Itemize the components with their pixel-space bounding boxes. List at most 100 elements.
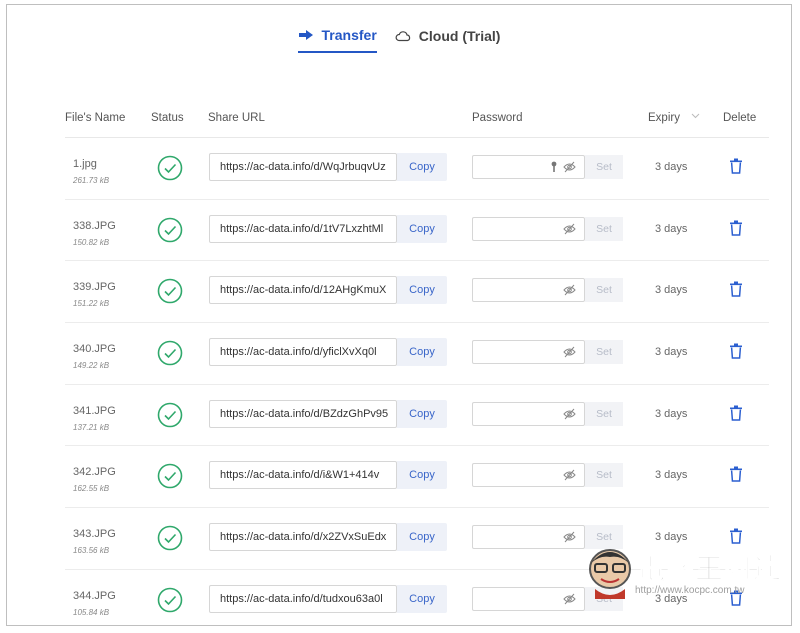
set-password-button[interactable]: Set — [585, 463, 623, 488]
eye-off-icon[interactable] — [563, 284, 576, 296]
file-size: 261.73 kB — [73, 176, 110, 185]
key-icon — [551, 161, 557, 172]
file-size: 137.21 kB — [73, 422, 110, 432]
trash-icon[interactable] — [729, 220, 743, 236]
file-name: 338.JPG — [73, 219, 116, 232]
copy-button[interactable]: Copy — [397, 399, 447, 428]
trash-icon[interactable] — [729, 528, 743, 544]
table-row: 340.JPG 149.22 kB https://ac-data.info/d… — [65, 323, 769, 385]
table-row: 341.JPG 137.21 kB https://ac-data.info/d… — [65, 385, 769, 447]
eye-off-icon[interactable] — [563, 408, 576, 420]
set-password-button[interactable]: Set — [585, 155, 623, 179]
file-name: 343.JPG — [73, 528, 116, 541]
password-input[interactable] — [472, 525, 585, 550]
password-input[interactable] — [472, 278, 585, 303]
check-circle-icon — [157, 587, 183, 613]
header-url: Share URL — [208, 112, 265, 124]
set-password-button[interactable]: Set — [585, 525, 623, 550]
tab-transfer[interactable]: Transfer — [297, 27, 377, 53]
file-name: 341.JPG — [73, 404, 116, 417]
eye-off-icon[interactable] — [563, 346, 576, 358]
table-row: 342.JPG 162.55 kB https://ac-data.info/d… — [65, 446, 769, 509]
password-input[interactable] — [472, 340, 585, 365]
password-input[interactable] — [472, 463, 585, 488]
password-input[interactable] — [472, 401, 585, 426]
expiry-value: 3 days — [655, 531, 688, 544]
set-password-button[interactable]: Set — [585, 586, 623, 611]
file-name: 344.JPG — [73, 589, 116, 602]
app-frame: Transfer Cloud (Trial) File's Name Statu… — [6, 4, 792, 626]
password-input[interactable] — [472, 586, 585, 611]
tab-cloud-label: Cloud (Trial) — [418, 28, 501, 44]
header-expiry[interactable]: Expiry — [648, 112, 680, 124]
table-row: 339.JPG 151.22 kB https://ac-data.info/d… — [65, 261, 769, 324]
chevron-down-icon[interactable] — [691, 111, 700, 122]
table-row: 1.jpg 261.73 kB https://ac-data.info/d/W… — [65, 138, 769, 200]
expiry-value: 3 days — [655, 407, 688, 420]
share-url-field[interactable]: https://ac-data.info/d/yficlXvXq0l — [209, 338, 397, 367]
password-input[interactable] — [472, 216, 585, 241]
set-password-button[interactable]: Set — [585, 278, 623, 303]
trash-icon[interactable] — [729, 343, 743, 359]
copy-button[interactable]: Copy — [397, 153, 447, 181]
share-url-field[interactable]: https://ac-data.info/d/i&W1+414v — [209, 461, 397, 490]
check-circle-icon — [157, 217, 183, 242]
header-status: Status — [151, 112, 184, 124]
trash-icon[interactable] — [729, 281, 743, 298]
trash-icon[interactable] — [729, 466, 743, 483]
check-circle-icon — [157, 155, 183, 181]
file-name: 339.JPG — [73, 281, 116, 294]
expiry-value: 3 days — [655, 346, 688, 359]
eye-off-icon[interactable] — [563, 161, 576, 173]
share-url-field[interactable]: https://ac-data.info/d/tudxou63a0l — [209, 584, 397, 613]
set-password-button[interactable]: Set — [585, 401, 623, 426]
tab-cloud[interactable]: Cloud (Trial) — [395, 27, 501, 53]
copy-button[interactable]: Copy — [397, 338, 447, 367]
header-name: File's Name — [65, 112, 126, 124]
cloud-icon — [395, 31, 410, 42]
set-password-button[interactable]: Set — [585, 216, 623, 241]
tab-transfer-label: Transfer — [321, 27, 377, 43]
file-name: 340.JPG — [73, 343, 116, 356]
share-url-field[interactable]: https://ac-data.info/d/BZdzGhPv95 — [209, 399, 397, 428]
file-name: 1.jpg — [73, 158, 97, 170]
table-row: 338.JPG 150.82 kB https://ac-data.info/d… — [65, 200, 769, 262]
share-url-field[interactable]: https://ac-data.info/d/12AHgKmuX — [209, 276, 397, 305]
trash-icon[interactable] — [729, 158, 743, 174]
arrow-right-icon — [298, 30, 313, 40]
table-row: 343.JPG 163.56 kB https://ac-data.info/d… — [65, 508, 769, 570]
copy-button[interactable]: Copy — [397, 461, 447, 490]
file-name: 342.JPG — [73, 466, 116, 479]
trash-icon[interactable] — [729, 405, 743, 421]
file-size: 105.84 kB — [73, 607, 110, 617]
file-size: 151.22 kB — [73, 299, 110, 309]
copy-button[interactable]: Copy — [397, 214, 447, 243]
share-url-field[interactable]: https://ac-data.info/d/WqJrbuqvUz — [209, 153, 397, 181]
share-url-field[interactable]: https://ac-data.info/d/1tV7LxzhtMl — [209, 214, 397, 243]
trash-icon[interactable] — [729, 590, 743, 606]
share-url-field[interactable]: https://ac-data.info/d/x2ZVxSuEdx — [209, 523, 397, 552]
expiry-value: 3 days — [655, 222, 688, 235]
copy-button[interactable]: Copy — [397, 584, 447, 613]
expiry-value: 3 days — [655, 284, 688, 297]
expiry-value: 3 days — [655, 469, 688, 482]
check-circle-icon — [157, 340, 183, 366]
copy-button[interactable]: Copy — [397, 276, 447, 305]
check-circle-icon — [157, 402, 183, 428]
header-password: Password — [472, 112, 523, 124]
check-circle-icon — [157, 279, 183, 304]
eye-off-icon[interactable] — [563, 223, 576, 235]
table-row: 344.JPG 105.84 kB https://ac-data.info/d… — [65, 570, 769, 625]
eye-off-icon[interactable] — [563, 469, 576, 481]
file-size: 162.55 kB — [73, 484, 110, 494]
expiry-value: 3 days — [655, 161, 688, 173]
file-size: 163.56 kB — [73, 546, 110, 556]
table-header: File's Name Status Share URL Password Ex… — [65, 107, 769, 138]
eye-off-icon[interactable] — [563, 593, 576, 605]
tab-bar: Transfer Cloud (Trial) — [7, 27, 791, 53]
set-password-button[interactable]: Set — [585, 340, 623, 365]
eye-off-icon[interactable] — [563, 531, 576, 543]
header-delete: Delete — [723, 112, 757, 124]
password-input[interactable] — [472, 155, 585, 179]
copy-button[interactable]: Copy — [397, 523, 447, 552]
